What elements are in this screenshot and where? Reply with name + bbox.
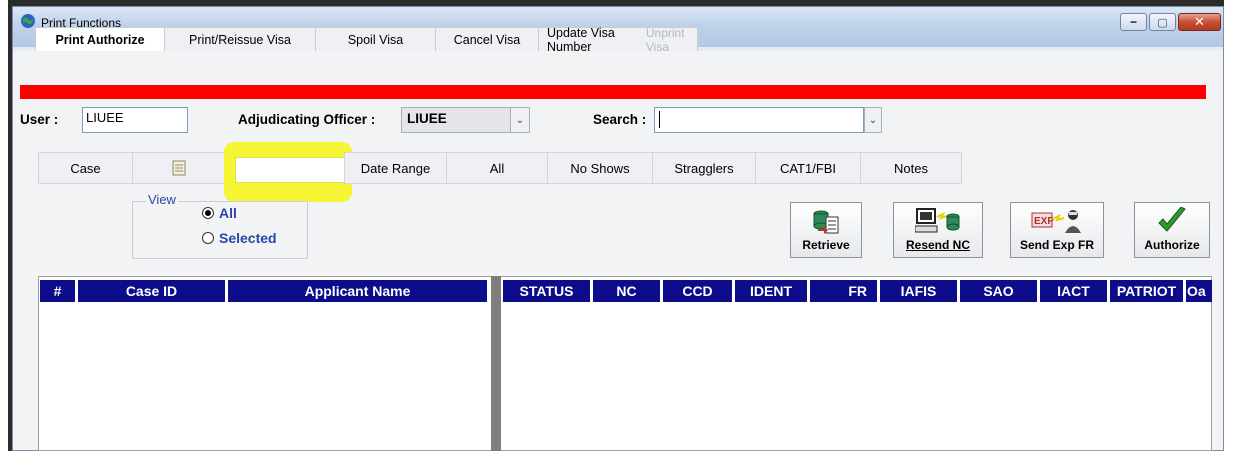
tab-cancel-visa[interactable]: Cancel Visa: [435, 27, 539, 51]
officer-label: Adjudicating Officer :: [238, 112, 376, 127]
subtab-no-shows[interactable]: No Shows: [547, 152, 653, 184]
close-icon: ✕: [1194, 14, 1205, 29]
page-margin: [1224, 0, 1249, 451]
view-group-title: View: [146, 192, 178, 207]
send-exp-fr-label: Send Exp FR: [1019, 238, 1094, 252]
column-header-iact[interactable]: IACT: [1040, 280, 1110, 302]
column-header-iafis[interactable]: IAFIS: [880, 280, 960, 302]
calendar-button[interactable]: [132, 152, 226, 184]
tab-spoil-visa[interactable]: Spoil Visa: [315, 27, 436, 51]
retrieve-icon: [813, 210, 839, 234]
grid-splitter[interactable]: [491, 276, 501, 451]
column-header-fr[interactable]: FR: [810, 280, 880, 302]
radio-unselected-icon: [202, 232, 214, 244]
tab-unprint-visa: Unprint Visa: [645, 25, 685, 54]
view-selected-label: Selected: [219, 230, 277, 246]
function-tabs: Print Authorize Print/Reissue Visa Spoil…: [35, 25, 698, 54]
calendar-icon: [172, 160, 186, 176]
officer-select[interactable]: LIUEE: [401, 107, 511, 133]
resend-nc-button[interactable]: Resend NC: [893, 202, 983, 258]
subtab-case[interactable]: Case: [38, 152, 133, 184]
view-all-radio[interactable]: All: [202, 205, 237, 221]
minimize-button[interactable]: ▬: [1120, 13, 1147, 31]
tab-update-visa-number: Update Visa Number Unprint Visa: [538, 25, 698, 54]
column-header-oa[interactable]: Oa: [1186, 280, 1212, 302]
window-controls: ▬ ▢ ✕: [1118, 13, 1221, 31]
computer-database-icon: [915, 208, 960, 233]
column-header-nc[interactable]: NC: [593, 280, 663, 302]
column-header-applicant-name[interactable]: Applicant Name: [228, 280, 490, 302]
radio-selected-icon: [202, 207, 214, 219]
exp-person-icon: EXP: [1031, 210, 1081, 233]
case-grid[interactable]: [38, 276, 1212, 451]
app-globe-icon: [21, 14, 35, 28]
subtab-stragglers[interactable]: Stragglers: [652, 152, 756, 184]
minimize-icon: ▬: [1130, 19, 1137, 25]
search-label: Search :: [593, 112, 647, 127]
chevron-down-icon[interactable]: ⌄: [864, 107, 882, 133]
svg-text:EXP: EXP: [1034, 216, 1054, 227]
maximize-icon: ▢: [1157, 16, 1168, 29]
column-header-status[interactable]: STATUS: [503, 280, 593, 302]
text-cursor: [659, 111, 660, 128]
column-header-sao[interactable]: SAO: [960, 280, 1040, 302]
tab-print-authorize[interactable]: Print Authorize: [35, 27, 165, 51]
retrieve-label: Retrieve: [802, 238, 850, 252]
subtab-all[interactable]: All: [446, 152, 548, 184]
chevron-down-icon[interactable]: ⌄: [510, 107, 530, 133]
column-header-ident[interactable]: IDENT: [735, 280, 810, 302]
column-header-ccd[interactable]: CCD: [663, 280, 735, 302]
send-exp-fr-button[interactable]: EXP Send Exp FR: [1010, 202, 1104, 258]
column-header-patriot[interactable]: PATRIOT: [1110, 280, 1186, 302]
user-field[interactable]: LIUEE: [82, 107, 188, 133]
user-label: User :: [20, 112, 59, 127]
checkmark-icon: [1158, 207, 1186, 232]
authorize-button[interactable]: Authorize: [1134, 202, 1210, 258]
subtab-notes[interactable]: Notes: [860, 152, 962, 184]
subtab-date-range[interactable]: Date Range: [344, 152, 447, 184]
alert-bar: [20, 85, 1206, 99]
search-input[interactable]: [654, 107, 864, 133]
view-selected-radio[interactable]: Selected: [202, 230, 277, 246]
column-header-case-id[interactable]: Case ID: [78, 280, 228, 302]
tab-print-reissue-visa[interactable]: Print/Reissue Visa: [164, 27, 316, 51]
column-header-number[interactable]: #: [40, 280, 78, 302]
retrieve-button[interactable]: Retrieve: [790, 202, 862, 258]
subtab-cat1-fbi[interactable]: CAT1/FBI: [755, 152, 861, 184]
resend-nc-label: Resend NC: [905, 238, 970, 252]
authorize-label: Authorize: [1144, 238, 1200, 252]
case-search-field[interactable]: [235, 157, 347, 183]
close-button[interactable]: ✕: [1178, 13, 1221, 31]
maximize-button[interactable]: ▢: [1149, 13, 1176, 31]
tab-update-visa-number-label[interactable]: Update Visa Number: [547, 26, 638, 54]
view-all-label: All: [219, 205, 237, 221]
